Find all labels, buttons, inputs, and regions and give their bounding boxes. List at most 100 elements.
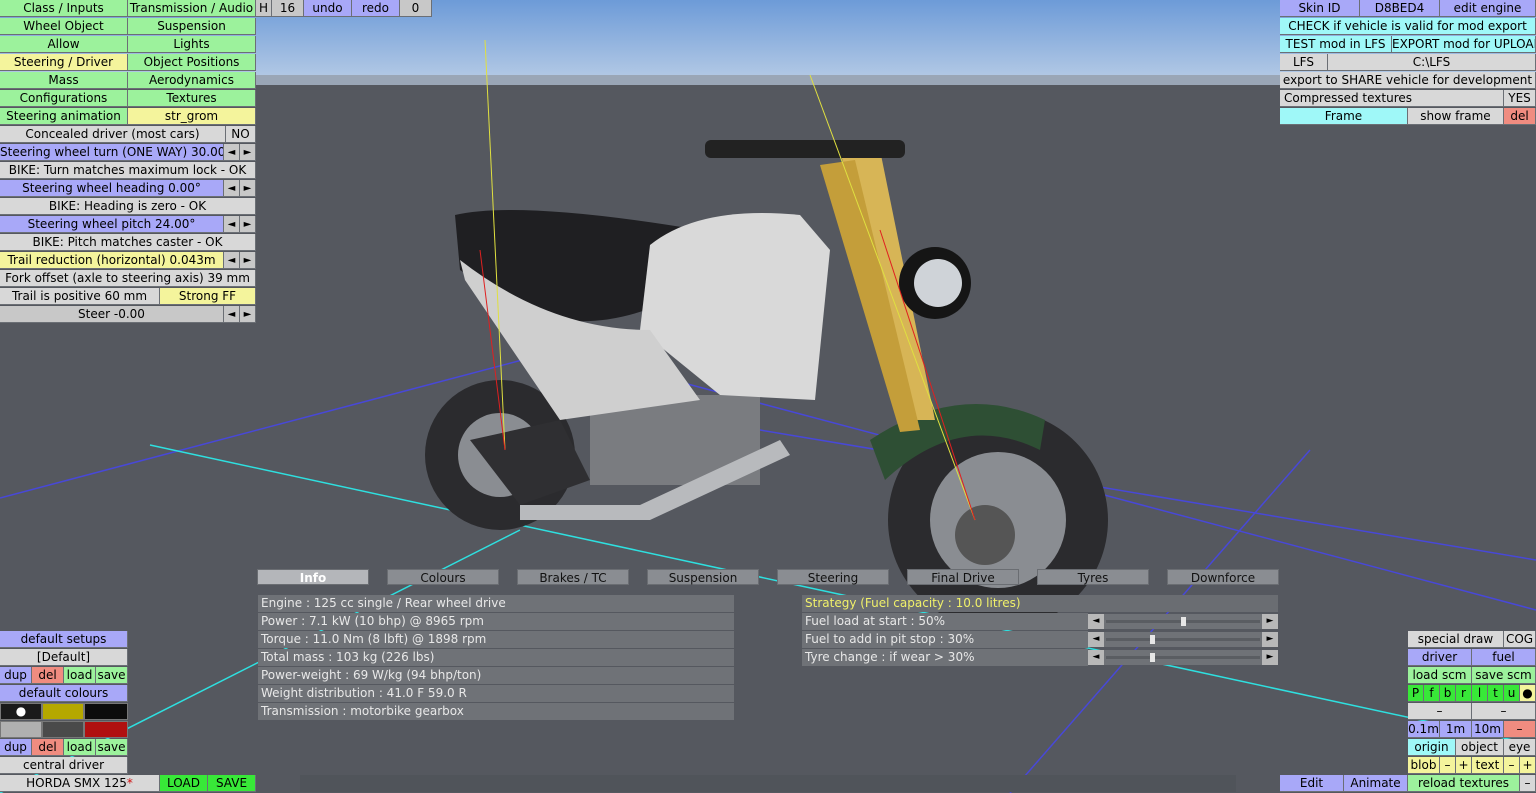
colour-swatch-black[interactable] bbox=[84, 703, 128, 720]
pitch-increase-button[interactable]: ► bbox=[240, 216, 256, 233]
h-toggle[interactable]: H bbox=[256, 0, 272, 17]
display-toggle-l[interactable]: l bbox=[1472, 685, 1488, 702]
undo-button[interactable]: undo bbox=[304, 0, 352, 17]
edit-mode-button[interactable]: Edit bbox=[1280, 775, 1344, 792]
tab-object-positions[interactable]: Object Positions bbox=[128, 54, 256, 71]
tab-brakes-tc[interactable]: Brakes / TC bbox=[517, 569, 629, 585]
heading-decrease-button[interactable]: ◄ bbox=[224, 180, 240, 197]
fuel-slider[interactable]: ◄ ► bbox=[1088, 650, 1278, 665]
steer-increase-button[interactable]: ► bbox=[240, 306, 256, 323]
slider-right-arrow-icon[interactable]: ► bbox=[1262, 632, 1278, 647]
colour-load-button[interactable]: load bbox=[64, 739, 96, 756]
turn-increase-button[interactable]: ► bbox=[240, 144, 256, 161]
test-mod-button[interactable]: TEST mod in LFS bbox=[1280, 36, 1392, 53]
setup-save-button[interactable]: save bbox=[96, 667, 128, 684]
slider-knob[interactable] bbox=[1150, 635, 1156, 644]
setup-del-button[interactable]: del bbox=[32, 667, 64, 684]
central-driver-button[interactable]: central driver bbox=[0, 757, 128, 774]
text-minus-button[interactable]: – bbox=[1504, 757, 1520, 774]
default-setups-button[interactable]: default setups bbox=[0, 631, 128, 648]
colour-del-button[interactable]: del bbox=[32, 739, 64, 756]
setup-load-button[interactable]: load bbox=[64, 667, 96, 684]
cog-button[interactable]: COG bbox=[1504, 631, 1536, 648]
display-toggle-t[interactable]: t bbox=[1488, 685, 1504, 702]
export-share-button[interactable]: export to SHARE vehicle for development bbox=[1280, 72, 1536, 89]
tab-suspension[interactable]: Suspension bbox=[128, 18, 256, 35]
slider-left-arrow-icon[interactable]: ◄ bbox=[1088, 650, 1104, 665]
text-button[interactable]: text bbox=[1472, 757, 1504, 774]
tab-allow[interactable]: Allow bbox=[0, 36, 128, 53]
minus-right-button[interactable]: – bbox=[1472, 703, 1536, 720]
slider-right-arrow-icon[interactable]: ► bbox=[1262, 614, 1278, 629]
pitch-decrease-button[interactable]: ◄ bbox=[224, 216, 240, 233]
tab-aerodynamics[interactable]: Aerodynamics bbox=[128, 72, 256, 89]
reload-textures-button[interactable]: reload textures bbox=[1408, 775, 1520, 792]
special-draw-button[interactable]: special draw bbox=[1408, 631, 1504, 648]
tab-textures[interactable]: Textures bbox=[128, 90, 256, 107]
tab-mass[interactable]: Mass bbox=[0, 72, 128, 89]
colour-swatch-dark-grey[interactable] bbox=[42, 721, 84, 738]
tab-configurations[interactable]: Configurations bbox=[0, 90, 128, 107]
colour-swatch-olive[interactable] bbox=[42, 703, 84, 720]
setup-dup-button[interactable]: dup bbox=[0, 667, 32, 684]
slider-left-arrow-icon[interactable]: ◄ bbox=[1088, 632, 1104, 647]
blob-minus-button[interactable]: – bbox=[1440, 757, 1456, 774]
display-toggle-u[interactable]: u bbox=[1504, 685, 1520, 702]
fuel-slider[interactable]: ◄ ► bbox=[1088, 632, 1278, 647]
tab-colours[interactable]: Colours bbox=[387, 569, 499, 585]
setup-list-item[interactable]: [Default] bbox=[0, 649, 128, 666]
text-plus-button[interactable]: + bbox=[1520, 757, 1536, 774]
colour-swatch-black-selected[interactable]: ● bbox=[0, 703, 42, 720]
slider-track[interactable] bbox=[1106, 656, 1260, 659]
driver-button[interactable]: driver bbox=[1408, 649, 1472, 666]
check-vehicle-button[interactable]: CHECK if vehicle is valid for mod export bbox=[1280, 18, 1536, 35]
tab-info[interactable]: Info bbox=[257, 569, 369, 585]
redo-button[interactable]: redo bbox=[352, 0, 400, 17]
step-10m-button[interactable]: 10m bbox=[1472, 721, 1504, 738]
animate-mode-button[interactable]: Animate bbox=[1344, 775, 1408, 792]
show-frame-button[interactable]: show frame bbox=[1408, 108, 1504, 125]
object-button[interactable]: object bbox=[1456, 739, 1504, 756]
vehicle-name[interactable]: HORDA SMX 125* bbox=[0, 775, 160, 792]
vehicle-load-button[interactable]: LOAD bbox=[160, 775, 208, 792]
step-0.1m-button[interactable]: 0.1m bbox=[1408, 721, 1440, 738]
tab-suspension[interactable]: Suspension bbox=[647, 569, 759, 585]
tab-class-inputs[interactable]: Class / Inputs bbox=[0, 0, 128, 17]
slider-knob[interactable] bbox=[1181, 617, 1186, 626]
frame-delete-button[interactable]: del bbox=[1504, 108, 1536, 125]
minus-left-button[interactable]: – bbox=[1408, 703, 1472, 720]
fuel-button[interactable]: fuel bbox=[1472, 649, 1536, 666]
default-colours-button[interactable]: default colours bbox=[0, 685, 128, 702]
step-1m-button[interactable]: 1m bbox=[1440, 721, 1472, 738]
blob-plus-button[interactable]: + bbox=[1456, 757, 1472, 774]
steer-decrease-button[interactable]: ◄ bbox=[224, 306, 240, 323]
heading-increase-button[interactable]: ► bbox=[240, 180, 256, 197]
slider-track[interactable] bbox=[1106, 638, 1260, 641]
reload-minus-button[interactable]: – bbox=[1520, 775, 1536, 792]
tab-wheel-object[interactable]: Wheel Object bbox=[0, 18, 128, 35]
trail-decrease-button[interactable]: ◄ bbox=[224, 252, 240, 269]
vehicle-save-button[interactable]: SAVE bbox=[208, 775, 256, 792]
tab-steering-driver[interactable]: Steering / Driver bbox=[0, 54, 128, 71]
display-toggle-r[interactable]: r bbox=[1456, 685, 1472, 702]
colour-swatch-grey[interactable] bbox=[0, 721, 42, 738]
colour-save-button[interactable]: save bbox=[96, 739, 128, 756]
eye-button[interactable]: eye bbox=[1504, 739, 1536, 756]
tab-downforce[interactable]: Downforce bbox=[1167, 569, 1279, 585]
colour-dup-button[interactable]: dup bbox=[0, 739, 32, 756]
concealed-driver-toggle[interactable]: NO bbox=[226, 126, 256, 143]
export-mod-button[interactable]: EXPORT mod for UPLOAD bbox=[1392, 36, 1536, 53]
slider-right-arrow-icon[interactable]: ► bbox=[1262, 650, 1278, 665]
trail-increase-button[interactable]: ► bbox=[240, 252, 256, 269]
edit-engine-button[interactable]: edit engine bbox=[1440, 0, 1536, 17]
tab-lights[interactable]: Lights bbox=[128, 36, 256, 53]
strong-ff-toggle[interactable]: Strong FF bbox=[160, 288, 256, 305]
steering-animation-value[interactable]: str_grom bbox=[128, 108, 256, 125]
slider-left-arrow-icon[interactable]: ◄ bbox=[1088, 614, 1104, 629]
blob-button[interactable]: blob bbox=[1408, 757, 1440, 774]
tab-steering[interactable]: Steering bbox=[777, 569, 889, 585]
tab-transmission-audio[interactable]: Transmission / Audio bbox=[128, 0, 256, 17]
turn-decrease-button[interactable]: ◄ bbox=[224, 144, 240, 161]
compressed-textures-toggle[interactable]: YES bbox=[1504, 90, 1536, 107]
load-scm-button[interactable]: load scm bbox=[1408, 667, 1472, 684]
